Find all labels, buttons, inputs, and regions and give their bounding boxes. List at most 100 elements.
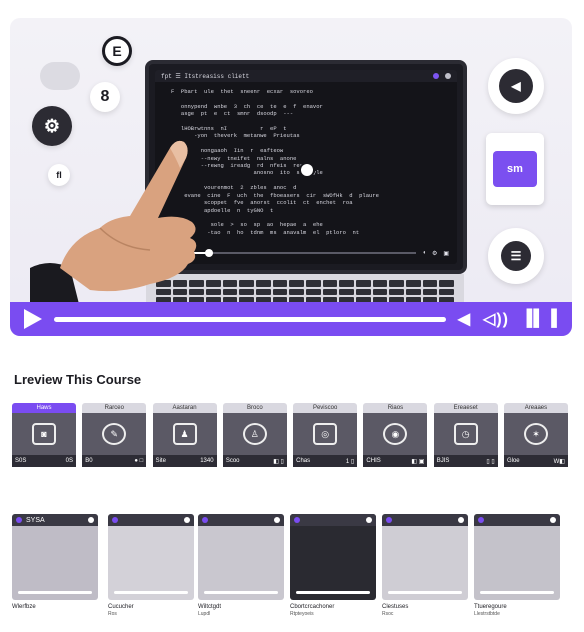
video-card[interactable]: Clestuses Rsoc	[382, 514, 468, 617]
module-card[interactable]: Areaaes ✶ Gloe W◧	[503, 403, 568, 469]
video-subtitle: Llestrstbtde	[474, 611, 500, 617]
module-tab-label[interactable]: Areaaes	[503, 403, 568, 413]
module-card[interactable]: Aastaran ♟ Site 1340	[152, 403, 217, 469]
play-icon[interactable]	[24, 309, 42, 329]
shield-icon: ◉	[383, 423, 408, 445]
options-dot-icon[interactable]	[366, 517, 372, 523]
video-title[interactable]: Wlerfbze	[12, 604, 98, 611]
module-card[interactable]: Riaos ◉ CHIS ◧ ▣	[363, 403, 428, 469]
module-card[interactable]: Broco ♙ Scoo ◧ ▯	[222, 403, 287, 469]
module-card[interactable]: Rarceo ✎ B0 ● □	[82, 403, 147, 469]
keyboard-key	[289, 280, 304, 287]
module-tab-label[interactable]: Rarceo	[82, 403, 147, 413]
module-card[interactable]: Peviscoo ◎ Chas 1 ▯	[293, 403, 358, 469]
menu-circle-icon[interactable]: ☰	[488, 228, 544, 284]
module-footer: Site 1340	[152, 455, 217, 467]
keyboard-key	[372, 288, 388, 296]
video-subtitle: Ros	[108, 611, 117, 617]
module-footer-right: W◧	[553, 458, 565, 465]
module-footer-left: BJIS	[436, 458, 450, 464]
module-thumbnail: ◎	[293, 413, 358, 455]
module-thumbnail: ✶	[503, 413, 568, 455]
video-card[interactable]: SYSA Wlerfbze	[12, 514, 98, 611]
settings-bars-icon[interactable]: ▐▌▐	[521, 310, 558, 328]
video-title[interactable]: Wiltctgdt	[198, 604, 284, 611]
video-card[interactable]: Ttueregoure Llestrstbtde	[474, 514, 560, 617]
video-list: SYSA Wlerfbze Cucucher Ros Wiltctgdt Lup…	[12, 514, 572, 624]
person-icon: ♙	[242, 423, 267, 445]
video-thumbnail[interactable]	[290, 514, 376, 600]
keyboard-key	[406, 280, 421, 287]
video-thumb-header	[198, 514, 284, 526]
video-card[interactable]: Wiltctgdt Lupdl	[198, 514, 284, 617]
keyboard-key	[389, 288, 404, 296]
module-thumbnail: ♙	[222, 413, 287, 455]
video-progress-bar[interactable]	[114, 591, 188, 594]
video-card[interactable]: Cucucher Ros	[108, 514, 194, 617]
keyboard-key	[339, 288, 354, 296]
channel-dot-icon	[478, 517, 484, 523]
video-title[interactable]: Clestuses	[382, 604, 468, 611]
keyboard-key	[372, 280, 388, 287]
screen-seek-bar[interactable]	[186, 249, 417, 257]
settings-icon[interactable]: ⚙	[432, 250, 437, 257]
module-tab-label[interactable]: Haws	[12, 403, 76, 413]
keyboard-key	[306, 288, 321, 296]
star-icon: ✶	[523, 423, 548, 445]
module-list: Haws ◙ S0S 0S Rarceo ✎ B0 ● □ Aastaran ♟…	[12, 403, 568, 479]
video-progress-bar[interactable]	[18, 591, 92, 594]
video-progress-bar[interactable]	[204, 591, 278, 594]
volume-icon[interactable]: ◖	[422, 250, 426, 256]
keyboard-key	[306, 280, 321, 287]
video-thumb-header: SYSA	[12, 514, 98, 526]
keyboard-key	[439, 280, 454, 287]
keyboard-key	[222, 280, 238, 287]
options-dot-icon[interactable]	[184, 517, 190, 523]
video-thumbnail[interactable]	[108, 514, 194, 600]
module-footer-right: 0S	[65, 458, 73, 464]
video-progress-bar[interactable]	[296, 591, 370, 594]
keyboard-key	[222, 288, 238, 296]
module-footer-right: ◧ ▯	[273, 458, 284, 465]
fullscreen-icon[interactable]: ▣	[443, 250, 449, 257]
module-thumbnail: ◙	[12, 413, 76, 455]
module-thumbnail: ◷	[433, 413, 498, 455]
module-tab-label[interactable]: Aastaran	[152, 403, 217, 413]
keyboard-key	[239, 288, 254, 296]
video-title[interactable]: Cucucher	[108, 604, 194, 611]
volume-icon[interactable]: ◁))	[483, 309, 509, 329]
video-progress-bar[interactable]	[388, 591, 462, 594]
video-thumbnail[interactable]	[198, 514, 284, 600]
options-dot-icon[interactable]	[458, 517, 464, 523]
target-icon: ◎	[313, 423, 338, 445]
video-thumbnail[interactable]	[474, 514, 560, 600]
module-tab-label[interactable]: Riaos	[363, 403, 428, 413]
rewind-icon[interactable]: ◀	[458, 309, 471, 329]
keyboard-key	[289, 288, 304, 296]
options-dot-icon[interactable]	[88, 517, 94, 523]
logo-badge-icon: E	[102, 36, 132, 66]
options-dot-icon[interactable]	[274, 517, 280, 523]
module-tab-label[interactable]: Peviscoo	[293, 403, 358, 413]
video-subtitle: Rtpteyoeis	[290, 611, 314, 617]
module-footer: S0S 0S	[12, 455, 76, 467]
screen-title-bar: fpt ☰ Itstreasiss cliett	[155, 70, 457, 82]
video-thumbnail[interactable]	[382, 514, 468, 600]
video-title[interactable]: Ttueregoure	[474, 604, 560, 611]
play-circle-icon[interactable]: ◀	[488, 58, 544, 114]
video-progress-bar[interactable]	[54, 316, 446, 322]
module-card[interactable]: Haws ◙ S0S 0S	[12, 403, 76, 469]
module-footer-right: ◧ ▣	[411, 458, 425, 465]
video-progress-bar[interactable]	[480, 591, 554, 594]
video-title[interactable]: Cbortcrcachoner	[290, 604, 376, 611]
module-footer-left: Gloe	[506, 458, 520, 464]
options-dot-icon[interactable]	[550, 517, 556, 523]
module-card[interactable]: Ereaeset ◷ BJIS ▯ ▯	[433, 403, 498, 469]
tablet-device: sm	[486, 133, 544, 205]
module-tab-label[interactable]: Broco	[222, 403, 287, 413]
video-thumbnail[interactable]: SYSA	[12, 514, 98, 600]
module-tab-label[interactable]: Ereaeset	[433, 403, 498, 413]
channel-dot-icon	[202, 517, 208, 523]
channel-dot-icon	[16, 517, 22, 523]
video-card[interactable]: Cbortcrcachoner Rtpteyoeis	[290, 514, 376, 617]
